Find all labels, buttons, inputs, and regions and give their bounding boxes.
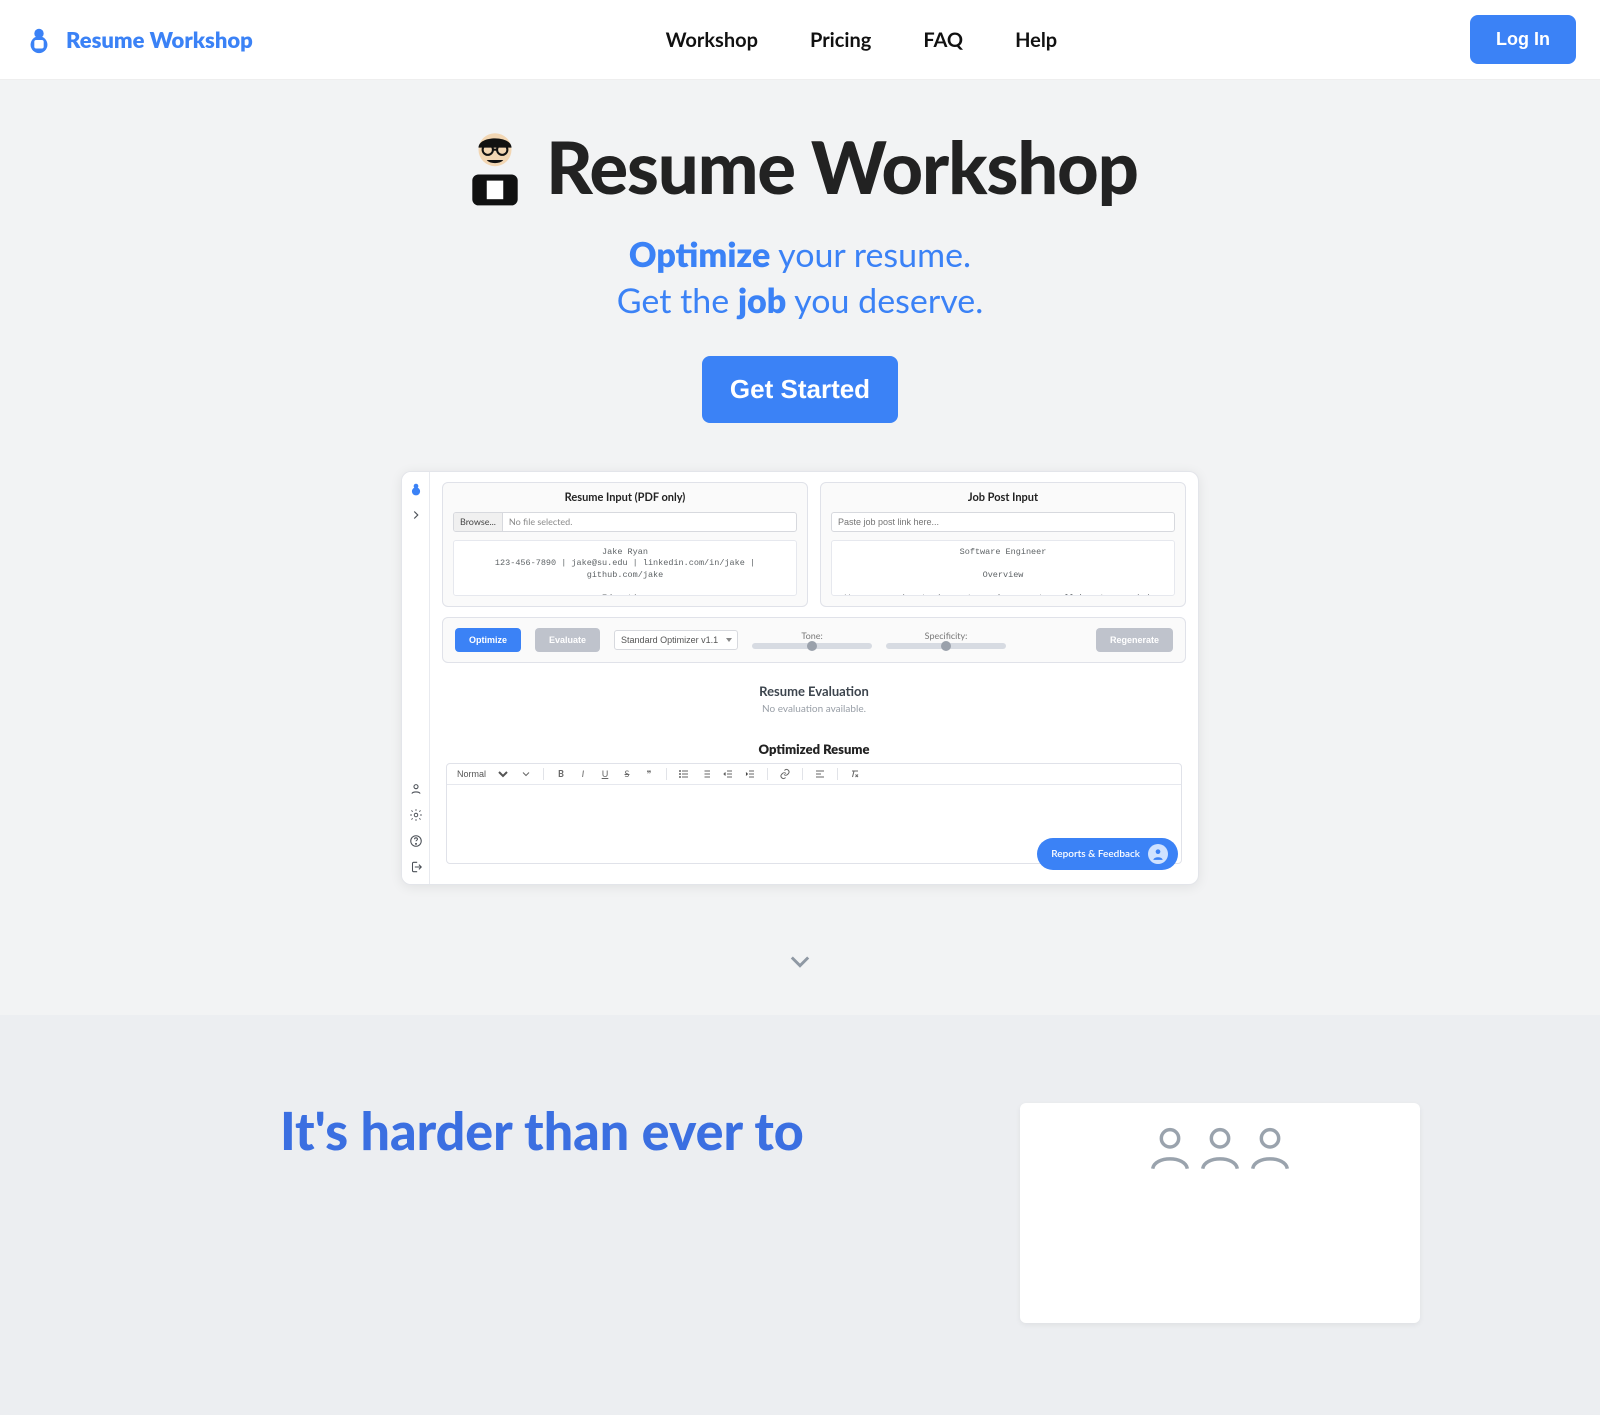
optimize-button[interactable]: Optimize	[455, 628, 521, 652]
nav-links: Workshop Pricing FAQ Help	[666, 28, 1058, 52]
person-icon	[1244, 1121, 1296, 1173]
indent-icon[interactable]	[743, 767, 757, 781]
tb-sep	[767, 768, 768, 780]
ul-icon[interactable]	[677, 767, 691, 781]
nav-link-pricing[interactable]: Pricing	[810, 28, 871, 52]
jobpost-link-input[interactable]	[831, 512, 1175, 532]
logout-icon[interactable]	[409, 860, 423, 874]
person-icon	[1144, 1121, 1196, 1173]
section2-title: It's harder than ever to	[280, 1103, 804, 1160]
tb-sep	[666, 768, 667, 780]
hero-sub-rest-1: your resume.	[770, 234, 971, 275]
link-icon[interactable]	[778, 767, 792, 781]
brand-link[interactable]: Resume Workshop	[24, 25, 253, 55]
chevron-down-icon[interactable]	[519, 767, 533, 781]
resume-file-input[interactable]: Browse... No file selected.	[453, 512, 797, 532]
optimizer-version-select-wrap[interactable]: Standard Optimizer v1.1	[614, 630, 738, 650]
section-harder-than-ever: It's harder than ever to	[0, 1015, 1600, 1415]
clear-format-icon[interactable]	[848, 767, 862, 781]
tone-label: Tone:	[752, 630, 872, 641]
hero-sub-post-2: you deserve.	[786, 280, 983, 321]
bold-icon[interactable]: B	[554, 767, 568, 781]
app-preview: Resume Input (PDF only) Browse... No fil…	[401, 471, 1199, 885]
resume-file-state: No file selected.	[503, 516, 572, 527]
tone-slider[interactable]	[752, 643, 872, 649]
feedback-label: Reports & Feedback	[1051, 848, 1140, 860]
app-main: Resume Input (PDF only) Browse... No fil…	[430, 472, 1198, 884]
section2-illustration-card	[1020, 1103, 1420, 1323]
optimizer-version-select[interactable]: Standard Optimizer v1.1	[614, 630, 738, 650]
editor-toolbar: Normal B I U S ❞	[447, 764, 1181, 785]
specificity-slider[interactable]	[886, 643, 1006, 649]
login-button[interactable]: Log In	[1470, 15, 1576, 64]
evaluation-block: Resume Evaluation No evaluation availabl…	[442, 677, 1186, 721]
gear-icon[interactable]	[409, 808, 423, 822]
hero-sub-bold-1: Optimize	[629, 234, 770, 275]
hero: Resume Workshop Optimize your resume. Ge…	[0, 80, 1600, 995]
resume-input-panel: Resume Input (PDF only) Browse... No fil…	[442, 482, 808, 607]
help-icon[interactable]	[409, 834, 423, 848]
feedback-button[interactable]: Reports & Feedback	[1037, 838, 1178, 870]
hero-subtitle: Optimize your resume. Get the job you de…	[0, 232, 1600, 324]
underline-icon[interactable]: U	[598, 767, 612, 781]
app-side-rail	[402, 472, 430, 884]
top-nav: Resume Workshop Workshop Pricing FAQ Hel…	[0, 0, 1600, 80]
evaluation-text: No evaluation available.	[446, 703, 1182, 715]
jobpost-input-panel: Job Post Input Software Engineer Overvie…	[820, 482, 1186, 607]
specificity-slider-group: Specificity:	[886, 630, 1006, 649]
hero-title: Resume Workshop	[546, 124, 1138, 210]
evaluation-title: Resume Evaluation	[446, 683, 1182, 699]
get-started-button[interactable]: Get Started	[702, 356, 898, 423]
strike-icon[interactable]: S	[620, 767, 634, 781]
resume-preview-text: Jake Ryan 123-456-7890 | jake@su.edu | l…	[453, 540, 797, 596]
person-icon	[1194, 1121, 1246, 1173]
evaluate-button[interactable]: Evaluate	[535, 628, 600, 652]
tb-sep	[837, 768, 838, 780]
nav-link-help[interactable]: Help	[1015, 28, 1057, 52]
brand-name: Resume Workshop	[66, 26, 253, 53]
hero-sub-bold-2: job	[738, 280, 786, 321]
scroll-down-indicator[interactable]	[0, 947, 1600, 975]
align-icon[interactable]	[813, 767, 827, 781]
quote-icon[interactable]: ❞	[642, 767, 656, 781]
jobpost-panel-title: Job Post Input	[831, 491, 1175, 504]
outdent-icon[interactable]	[721, 767, 735, 781]
nav-link-faq[interactable]: FAQ	[923, 28, 963, 52]
hero-sub-pre-2: Get the	[617, 280, 738, 321]
tone-slider-group: Tone:	[752, 630, 872, 649]
hero-logo-icon	[462, 127, 528, 207]
nav-link-workshop[interactable]: Workshop	[666, 28, 758, 52]
specificity-label: Specificity:	[886, 630, 1006, 641]
optimized-title: Optimized Resume	[446, 741, 1182, 757]
tb-format-select[interactable]: Normal	[453, 768, 511, 780]
resume-browse-button[interactable]: Browse...	[454, 513, 503, 531]
italic-icon[interactable]: I	[576, 767, 590, 781]
tb-sep	[543, 768, 544, 780]
regenerate-button[interactable]: Regenerate	[1096, 628, 1173, 652]
feedback-avatar-icon	[1148, 844, 1168, 864]
rail-brand-icon	[409, 482, 423, 496]
chevron-right-icon[interactable]	[409, 508, 423, 522]
ol-icon[interactable]	[699, 767, 713, 781]
jobpost-preview-text: Software Engineer Overview We are passio…	[831, 540, 1175, 596]
tb-sep	[802, 768, 803, 780]
user-icon[interactable]	[409, 782, 423, 796]
resume-panel-title: Resume Input (PDF only)	[453, 491, 797, 504]
control-bar: Optimize Evaluate Standard Optimizer v1.…	[442, 617, 1186, 663]
brand-logo-icon	[24, 25, 54, 55]
people-icon-row	[1148, 1121, 1292, 1173]
